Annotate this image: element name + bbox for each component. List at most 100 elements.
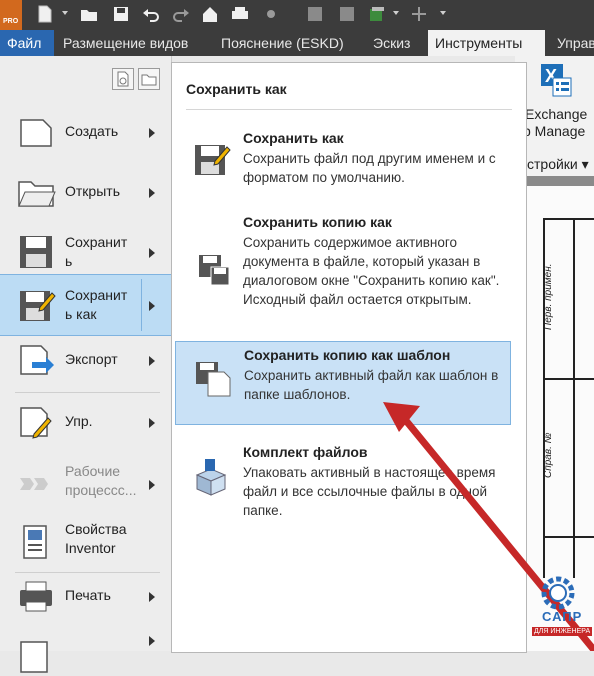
properties-icon [23,525,47,559]
menu-item-label: Упр. [65,413,93,429]
gear-logo-icon [541,576,575,610]
menu-item-label: Открыть [65,183,120,199]
tab-tools[interactable]: Инструменты [428,30,545,56]
tab-manage[interactable]: Управ [550,30,594,56]
tab-file[interactable]: Файл [0,30,54,56]
watermark-title: САПР [542,609,583,624]
undo-icon[interactable] [142,5,160,23]
chevron-right-icon [149,248,155,258]
option-description: Упаковать активный в настоящее время фай… [243,465,496,518]
new-dropdown-icon[interactable] [62,11,68,15]
home-icon[interactable] [201,5,219,23]
new-document-icon [20,119,52,147]
watermark-logo: САПР ДЛЯ ИНЖЕНЕРА [528,575,594,651]
printer-icon [20,581,52,612]
chevron-right-icon [149,418,155,428]
option-title: Сохранить копию как шаблон [244,347,451,363]
menu-item-open[interactable]: Открыть [0,162,171,222]
chevron-right-icon [149,636,155,646]
select2-icon[interactable] [338,5,356,23]
menu-item-label: Экспорт [65,351,118,367]
save-as-icon [20,291,56,321]
menu-item-save-as[interactable]: Сохранит ь как [0,274,171,336]
workflow-icon [20,478,48,490]
select-icon[interactable] [306,5,324,23]
open-documents-button[interactable] [138,68,160,90]
option-save-as[interactable]: Сохранить как Сохранить файл под другим … [175,125,509,195]
submenu-divider [186,109,512,110]
menu-item-print[interactable]: Печать [0,566,171,626]
menu-item-label: Сохранит ь [65,234,128,269]
inventor-logo-icon[interactable]: PRO [0,0,22,30]
menu-item-save[interactable]: Сохранит ь [0,222,171,282]
tab-view-placement[interactable]: Размещение видов [56,30,195,56]
recent-documents-button[interactable] [112,68,134,90]
save-copy-icon [199,255,230,286]
chevron-right-icon [149,480,155,490]
close-document-icon [20,641,48,673]
option-description: Сохранить файл под другим именем и с фор… [243,151,496,185]
frame-line [543,536,594,538]
menu-item-workflows: Рабочие процессс... [0,454,171,514]
open-icon[interactable] [80,5,98,23]
logo-text: PRO [3,18,19,25]
chevron-right-icon [149,128,155,138]
menu-item-label: Свойства Inventor [65,521,127,556]
chevron-right-icon [149,356,155,366]
option-title: Сохранить копию как [243,214,392,230]
frame-line [543,218,594,220]
customize-dropdown-icon[interactable] [440,11,446,15]
menu-item-iproperties[interactable]: Свойства Inventor [0,512,171,572]
drawing-label-first-use: Перв. примен. [543,263,554,330]
application-menu: Создать Открыть Сохранит ь Сохранит ь ка… [0,56,172,673]
manage-icon [20,407,52,439]
export-icon [20,345,54,375]
submenu-title: Сохранить как [186,81,287,97]
split-separator [141,279,142,331]
menu-item-export[interactable]: Экспорт [0,330,171,390]
color-dropdown-icon[interactable] [393,11,399,15]
pack-and-go-icon [195,459,227,496]
watermark-subtitle: ДЛЯ ИНЖЕНЕРА [532,627,593,636]
option-description: Сохранить содержимое активного документа… [243,235,500,307]
settings-dropdown[interactable]: стройки ▾ [527,156,589,173]
chevron-right-icon [149,592,155,602]
open-documents-icon [141,74,157,86]
exchange-app-manager-icon[interactable]: X [539,62,573,98]
menu-item-manage[interactable]: Упр. [0,392,171,452]
save-as-icon [195,145,231,175]
dot-icon[interactable] [262,5,280,23]
tab-annotate-eskd[interactable]: Пояснение (ESKD) [214,30,351,56]
quick-access-toolbar: PRO [0,0,594,30]
app-manager-label[interactable]: p Manage [523,123,585,139]
drawing-label-ref-no: Справ. № [543,432,554,478]
chevron-right-icon[interactable] [149,301,155,311]
tab-sketch[interactable]: Эскиз [366,30,417,56]
exchange-label[interactable]: Exchange [525,106,587,122]
option-title: Сохранить как [243,130,344,146]
option-save-copy-as-template[interactable]: Сохранить копию как шаблон Сохранить акт… [175,341,511,425]
save-template-icon [196,362,231,397]
menu-item-close[interactable] [0,626,171,673]
open-folder-icon [18,181,56,207]
new-icon[interactable] [36,5,54,23]
option-description: Сохранить активный файл как шаблон в пап… [244,368,499,402]
frame-line [573,218,575,578]
chevron-right-icon [149,188,155,198]
option-title: Комплект файлов [243,444,368,460]
color-icon[interactable] [368,5,386,23]
print-icon[interactable] [231,5,249,23]
redo-icon[interactable] [172,5,190,23]
ribbon-tabs: Файл Размещение видов Пояснение (ESKD) Э… [0,30,594,56]
option-pack-and-go[interactable]: Комплект файлов Упаковать активный в нас… [175,439,509,521]
menu-item-label: Рабочие процессс... [65,463,137,498]
menu-item-label: Сохранит ь как [65,287,128,322]
plus-icon[interactable] [410,5,428,23]
save-floppy-icon [20,236,52,268]
menu-item-new[interactable]: Создать [0,102,171,162]
recent-documents-icon [117,71,129,87]
save-icon[interactable] [112,5,130,23]
option-save-copy-as[interactable]: Сохранить копию как Сохранить содержимое… [175,209,509,329]
frame-line [543,378,594,380]
menu-item-label: Печать [65,587,111,603]
